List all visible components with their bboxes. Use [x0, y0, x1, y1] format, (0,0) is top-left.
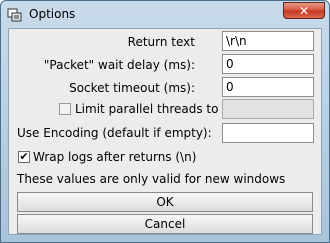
close-icon: ✕ [298, 4, 310, 18]
limit-threads-checkbox[interactable] [59, 103, 71, 115]
socket-timeout-input[interactable] [222, 77, 314, 97]
options-panel: Return text "Packet" wait delay (ms): So… [8, 28, 322, 235]
close-button[interactable]: ✕ [283, 2, 325, 19]
limit-threads-input[interactable] [222, 99, 314, 119]
encoding-input[interactable] [222, 123, 314, 143]
packet-wait-delay-label: "Packet" wait delay (ms): [43, 58, 195, 72]
return-text-input[interactable] [222, 31, 314, 51]
info-note: These values are only valid for new wind… [17, 172, 286, 186]
encoding-label: Use Encoding (default if empty): [17, 126, 212, 140]
cancel-button[interactable]: Cancel [17, 214, 313, 234]
limit-threads-label: Limit parallel threads to [75, 102, 219, 116]
socket-timeout-label: Socket timeout (ms): [69, 81, 195, 95]
options-window: Options ✕ Return text "Packet" wait dela… [0, 0, 330, 243]
window-title: Options [29, 7, 76, 21]
options-app-icon [7, 8, 22, 22]
title-bar[interactable]: Options ✕ [1, 1, 329, 29]
wrap-logs-checkbox[interactable]: ✔ [18, 151, 30, 163]
ok-button[interactable]: OK [17, 192, 313, 212]
checkmark-icon: ✔ [19, 150, 29, 163]
packet-wait-delay-input[interactable] [222, 54, 314, 74]
return-text-label: Return text [127, 35, 195, 49]
wrap-logs-label: Wrap logs after returns (\n) [33, 150, 197, 164]
